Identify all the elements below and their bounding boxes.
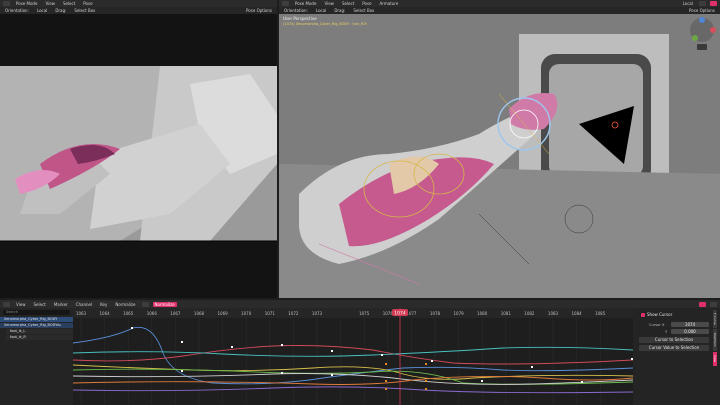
channel-item[interactable]: foot_ik_R bbox=[6, 335, 73, 340]
channel-item[interactable]: Xenomorpha_Cyber_Rig_BODY bbox=[0, 317, 73, 322]
drag-dropdown[interactable]: Select Box bbox=[72, 8, 97, 13]
mode-dropdown[interactable]: Pose Mode bbox=[293, 1, 318, 6]
frame-tick-label: 1079 bbox=[454, 311, 465, 316]
left-viewport[interactable]: Pose Mode View Select Pose Orientation: … bbox=[0, 0, 277, 298]
frame-tick-label: 1075 bbox=[359, 311, 370, 316]
show-cursor-label: Show Cursor bbox=[647, 312, 673, 317]
frame-tick-label: 1068 bbox=[194, 311, 205, 316]
overlay-icon[interactable] bbox=[699, 1, 706, 6]
frame-tick-label: 1083 bbox=[548, 311, 559, 316]
proportional-icon[interactable] bbox=[710, 301, 717, 307]
frame-tick-label: 1076 bbox=[383, 311, 394, 316]
navigation-gizmo-icon[interactable] bbox=[687, 16, 717, 52]
normalize-toggle[interactable]: Normalize bbox=[152, 301, 177, 307]
menu-marker[interactable]: Marker bbox=[52, 302, 70, 307]
mode-dropdown[interactable]: Pose Mode bbox=[14, 1, 39, 6]
frame-tick-label: 1082 bbox=[524, 311, 535, 316]
frame-tick-label: 1071 bbox=[265, 311, 276, 316]
frame-tick-label: 1080 bbox=[477, 311, 488, 316]
frame-tick-label: 1067 bbox=[170, 311, 181, 316]
editor-type-icon[interactable] bbox=[282, 1, 289, 6]
menu-armature[interactable]: Armature bbox=[378, 1, 401, 6]
menu-view[interactable]: View bbox=[322, 1, 336, 6]
frame-tick-label: 1069 bbox=[218, 311, 229, 316]
frame-tick-label: 1078 bbox=[430, 311, 441, 316]
drag-label: Drag: bbox=[334, 8, 346, 13]
cursor-y-label: Y bbox=[665, 330, 668, 334]
pose-options-button[interactable]: Pose Options bbox=[687, 8, 717, 13]
cursor-to-selection-button[interactable]: Cursor to Selection bbox=[639, 337, 709, 343]
orientation-dropdown[interactable]: Local bbox=[35, 8, 49, 13]
orientation-label: Orientation: bbox=[5, 8, 29, 13]
orientation-dropdown[interactable]: Local bbox=[314, 8, 328, 13]
orientation-label: Orientation: bbox=[284, 8, 308, 13]
cursor-x-label: Cursor X bbox=[649, 323, 665, 327]
transform-dropdown[interactable]: Local bbox=[681, 1, 695, 6]
cursor-x-field[interactable]: 1074 bbox=[671, 322, 709, 327]
left-viewport-header: Pose Mode View Select Pose bbox=[0, 0, 277, 7]
left-tool-header: Orientation: Local Drag: Select Box Pose… bbox=[0, 7, 277, 14]
sidebar-tabs: F-Curve Modifiers View bbox=[713, 310, 720, 370]
channel-item[interactable]: foot_ik_L bbox=[6, 329, 73, 334]
frame-tick-label: 1084 bbox=[572, 311, 583, 316]
menu-pose[interactable]: Pose bbox=[81, 1, 94, 6]
editor-type-icon[interactable] bbox=[3, 1, 10, 6]
menu-key[interactable]: Key bbox=[98, 302, 109, 307]
graph-curves[interactable]: 1063 1064 1065 1066 1067 1068 1069 1070 1071 1072… bbox=[73, 308, 633, 405]
frame-tick-label: 1081 bbox=[501, 311, 512, 316]
graph-editor-type-icon[interactable] bbox=[3, 301, 10, 307]
menu-normalize[interactable]: Normalize bbox=[113, 302, 137, 307]
right-tool-header: Orientation: Local Drag: Select Box Pose… bbox=[279, 7, 720, 14]
search-input[interactable]: Search bbox=[3, 310, 70, 315]
shading-icon[interactable] bbox=[710, 1, 717, 6]
menu-channel[interactable]: Channel bbox=[74, 302, 94, 307]
frame-tick-label: 1066 bbox=[147, 311, 158, 316]
graph-editor-header: View Select Marker Channel Key Normalize… bbox=[0, 300, 720, 308]
filter-icon[interactable] bbox=[141, 301, 149, 307]
cursor-y-field[interactable]: 0.000 bbox=[671, 329, 709, 334]
graph-sidebar: Show Cursor Cursor X 1074 Y 0.000 Cursor… bbox=[633, 308, 720, 405]
menu-pose[interactable]: Pose bbox=[360, 1, 373, 6]
channel-item[interactable]: Xenomorpha_Cyber_Rig_BODYAc bbox=[0, 323, 73, 328]
frame-tick-label: 1064 bbox=[100, 311, 111, 316]
object-info-label: (1074) Xenomorpha_Cyber_Rig_BODY : hair_… bbox=[283, 22, 367, 26]
current-frame-label: 1074 bbox=[394, 311, 406, 317]
right-viewport[interactable]: Pose Mode View Select Pose Armature Loca… bbox=[279, 0, 720, 298]
pose-options-button[interactable]: Pose Options bbox=[244, 8, 274, 13]
drag-dropdown[interactable]: Select Box bbox=[351, 8, 376, 13]
frame-tick-label: 1073 bbox=[312, 311, 323, 316]
right-render-scene bbox=[279, 14, 720, 298]
menu-select[interactable]: Select bbox=[32, 302, 48, 307]
menu-select[interactable]: Select bbox=[340, 1, 356, 6]
menu-view[interactable]: View bbox=[43, 1, 57, 6]
frame-tick-label: 1063 bbox=[76, 311, 87, 316]
tab-view[interactable]: View bbox=[713, 352, 717, 366]
frame-tick-label: 1070 bbox=[241, 311, 252, 316]
left-render-scene bbox=[0, 14, 277, 298]
graph-area[interactable]: 1063 1064 1065 1066 1067 1068 1069 1070 1071 1072… bbox=[73, 308, 633, 405]
frame-tick-label: 1072 bbox=[288, 311, 299, 316]
tab-f-curve[interactable]: F-Curve bbox=[713, 310, 717, 328]
menu-select[interactable]: Select bbox=[61, 1, 77, 6]
tab-modifiers[interactable]: Modifiers bbox=[713, 329, 717, 351]
drag-label: Drag: bbox=[55, 8, 67, 13]
view-name-label: User Perspective bbox=[283, 16, 317, 21]
menu-view[interactable]: View bbox=[14, 302, 28, 307]
snapping-icon[interactable] bbox=[699, 301, 706, 307]
frame-tick-label: 1085 bbox=[595, 311, 606, 316]
frame-tick-label: 1065 bbox=[123, 311, 134, 316]
channel-list: Search Xenomorpha_Cyber_Rig_BODY Xenomor… bbox=[0, 308, 73, 405]
cursor-value-to-selection-button[interactable]: Cursor Value to Selection bbox=[639, 345, 709, 351]
right-viewport-header: Pose Mode View Select Pose Armature Loca… bbox=[279, 0, 720, 7]
show-cursor-checkbox[interactable] bbox=[641, 313, 645, 317]
